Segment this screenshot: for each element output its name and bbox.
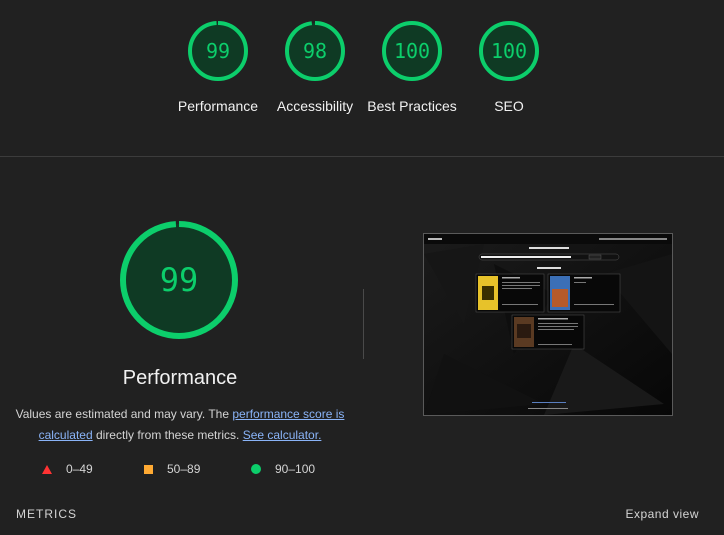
- seo-label: SEO: [494, 98, 524, 114]
- expand-view-toggle[interactable]: Expand view: [625, 507, 699, 521]
- seo-gauge[interactable]: 100 SEO: [459, 20, 559, 116]
- legend-pass: 90–100: [251, 462, 315, 476]
- legend-pass-range: 90–100: [275, 462, 316, 476]
- accessibility-label: Accessibility: [276, 98, 354, 114]
- legend-fail: 0–49: [42, 462, 93, 476]
- performance-ring: 99: [187, 20, 249, 82]
- accessibility-ring: 98: [284, 20, 346, 82]
- triangle-icon: [42, 465, 52, 474]
- seo-ring: 100: [478, 20, 540, 82]
- metrics-heading: METRICS: [16, 507, 77, 521]
- circle-icon: [251, 464, 261, 474]
- main-performance-score: 99: [159, 261, 199, 299]
- description-text-2: directly from these metrics.: [92, 428, 243, 442]
- final-screenshot-thumbnail[interactable]: [423, 233, 673, 416]
- main-performance-gauge: 99: [119, 220, 239, 340]
- best-practices-gauge[interactable]: 100 Best Practices: [362, 20, 462, 116]
- see-calculator-link[interactable]: See calculator.: [243, 428, 322, 442]
- seo-score: 100: [490, 39, 528, 63]
- score-legend: 0–49 50–89 90–100: [40, 460, 340, 480]
- category-gauges: 99 Performance 98 Accessibility 100 Best…: [0, 0, 724, 157]
- best-practices-score: 100: [393, 39, 431, 63]
- legend-average-range: 50–89: [167, 462, 201, 476]
- main-performance-title: Performance: [122, 367, 238, 389]
- performance-score: 99: [205, 39, 231, 63]
- performance-gauge[interactable]: 99 Performance: [168, 20, 268, 116]
- legend-fail-range: 0–49: [66, 462, 93, 476]
- best-practices-ring: 100: [381, 20, 443, 82]
- description-text-1: Values are estimated and may vary. The: [15, 407, 233, 421]
- legend-average: 50–89: [144, 462, 200, 476]
- accessibility-gauge[interactable]: 98 Accessibility: [265, 20, 365, 116]
- square-icon: [144, 465, 153, 474]
- performance-label: Performance: [177, 98, 259, 114]
- score-description: Values are estimated and may vary. The p…: [10, 404, 350, 446]
- best-practices-label: Best Practices: [367, 98, 457, 114]
- vertical-divider: [363, 289, 364, 359]
- accessibility-score: 98: [302, 39, 328, 63]
